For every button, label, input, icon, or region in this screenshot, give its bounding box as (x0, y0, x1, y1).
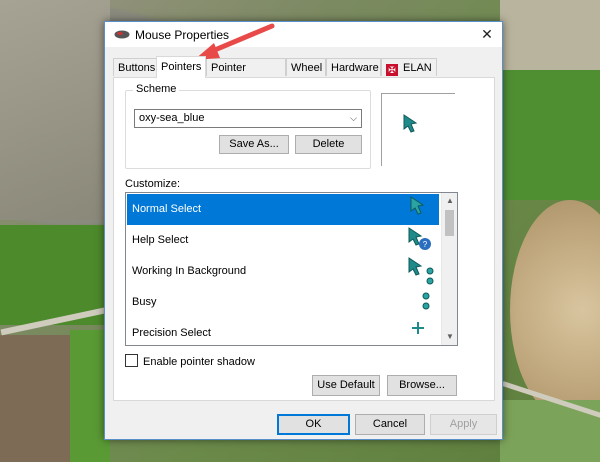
mouse-properties-dialog: Mouse Properties ✕ Buttons Pointers Poin… (104, 21, 503, 440)
cursor-name: Working In Background (132, 265, 247, 277)
help-pointer-icon: ? (408, 227, 431, 250)
cursor-name: Busy (132, 296, 157, 308)
field-patch (0, 335, 70, 462)
crosshair-pointer-icon (412, 322, 424, 334)
elan-logo-icon: ✠ (386, 64, 398, 76)
list-item[interactable]: Working In Background (127, 256, 439, 287)
tab-label: Hardware (331, 62, 379, 74)
working-pointer-icon (408, 257, 434, 285)
use-default-button[interactable]: Use Default (312, 375, 380, 396)
scroll-thumb[interactable] (445, 210, 454, 236)
list-item[interactable]: Busy (127, 287, 439, 318)
scheme-groupbox: Scheme oxy-sea_blue ⌵ Save As... Delete (125, 83, 371, 169)
svg-text:?: ? (423, 240, 428, 249)
field-patch (500, 70, 600, 200)
arrow-pointer-icon (410, 196, 425, 215)
scroll-up-icon[interactable]: ▲ (442, 193, 457, 209)
list-item[interactable]: Precision Select (127, 318, 439, 345)
cancel-button[interactable]: Cancel (355, 414, 425, 435)
checkbox-box[interactable] (125, 354, 138, 367)
apply-button[interactable]: Apply (430, 414, 497, 435)
browse-button[interactable]: Browse... (387, 375, 457, 396)
tab-elan[interactable]: ✠ ELAN (381, 58, 437, 76)
list-item[interactable]: Normal Select (127, 194, 439, 225)
customize-label: Customize: (125, 178, 181, 190)
mouse-icon (114, 30, 130, 39)
cursor-name: Help Select (132, 234, 189, 246)
tab-wheel[interactable]: Wheel (286, 58, 326, 76)
tab-label: ELAN (403, 62, 432, 74)
scheme-selected-value: oxy-sea_blue (139, 112, 205, 124)
busy-pointer-icon (422, 292, 430, 310)
pointer-shadow-label: Enable pointer shadow (143, 356, 255, 368)
close-icon: ✕ (481, 26, 493, 42)
cursor-list[interactable]: Normal Select Help Select ? Working In B… (125, 192, 458, 346)
cursor-name: Normal Select (132, 203, 202, 215)
list-scrollbar[interactable]: ▲ ▼ (441, 193, 457, 345)
tab-label: Wheel (291, 62, 323, 74)
tab-buttons[interactable]: Buttons (113, 58, 158, 76)
tab-hardware[interactable]: Hardware (326, 58, 381, 76)
field-patch (0, 0, 110, 220)
scroll-down-icon[interactable]: ▼ (442, 329, 457, 345)
scheme-label: Scheme (133, 83, 180, 95)
chevron-down-icon: ⌵ (350, 113, 357, 123)
title-bar[interactable]: Mouse Properties ✕ (105, 22, 502, 47)
delete-button[interactable]: Delete (295, 135, 362, 154)
scheme-dropdown[interactable]: oxy-sea_blue ⌵ (134, 109, 362, 128)
arrow-pointer-icon (403, 114, 418, 133)
field-patch (500, 0, 600, 80)
save-as-button[interactable]: Save As... (219, 135, 289, 154)
tab-strip: Buttons Pointers Pointer Options Wheel H… (113, 56, 503, 92)
tab-pointers[interactable]: Pointers (156, 56, 206, 78)
tab-label: Pointers (161, 61, 202, 73)
pointer-preview (381, 93, 455, 166)
close-button[interactable]: ✕ (472, 22, 502, 47)
pointers-panel: Scheme oxy-sea_blue ⌵ Save As... Delete … (113, 77, 495, 401)
list-item[interactable]: Help Select ? (127, 225, 439, 256)
tab-label: Buttons (118, 62, 156, 74)
ok-button[interactable]: OK (277, 414, 350, 435)
cursor-name: Precision Select (132, 327, 211, 339)
pointer-shadow-checkbox[interactable]: Enable pointer shadow (125, 354, 255, 368)
